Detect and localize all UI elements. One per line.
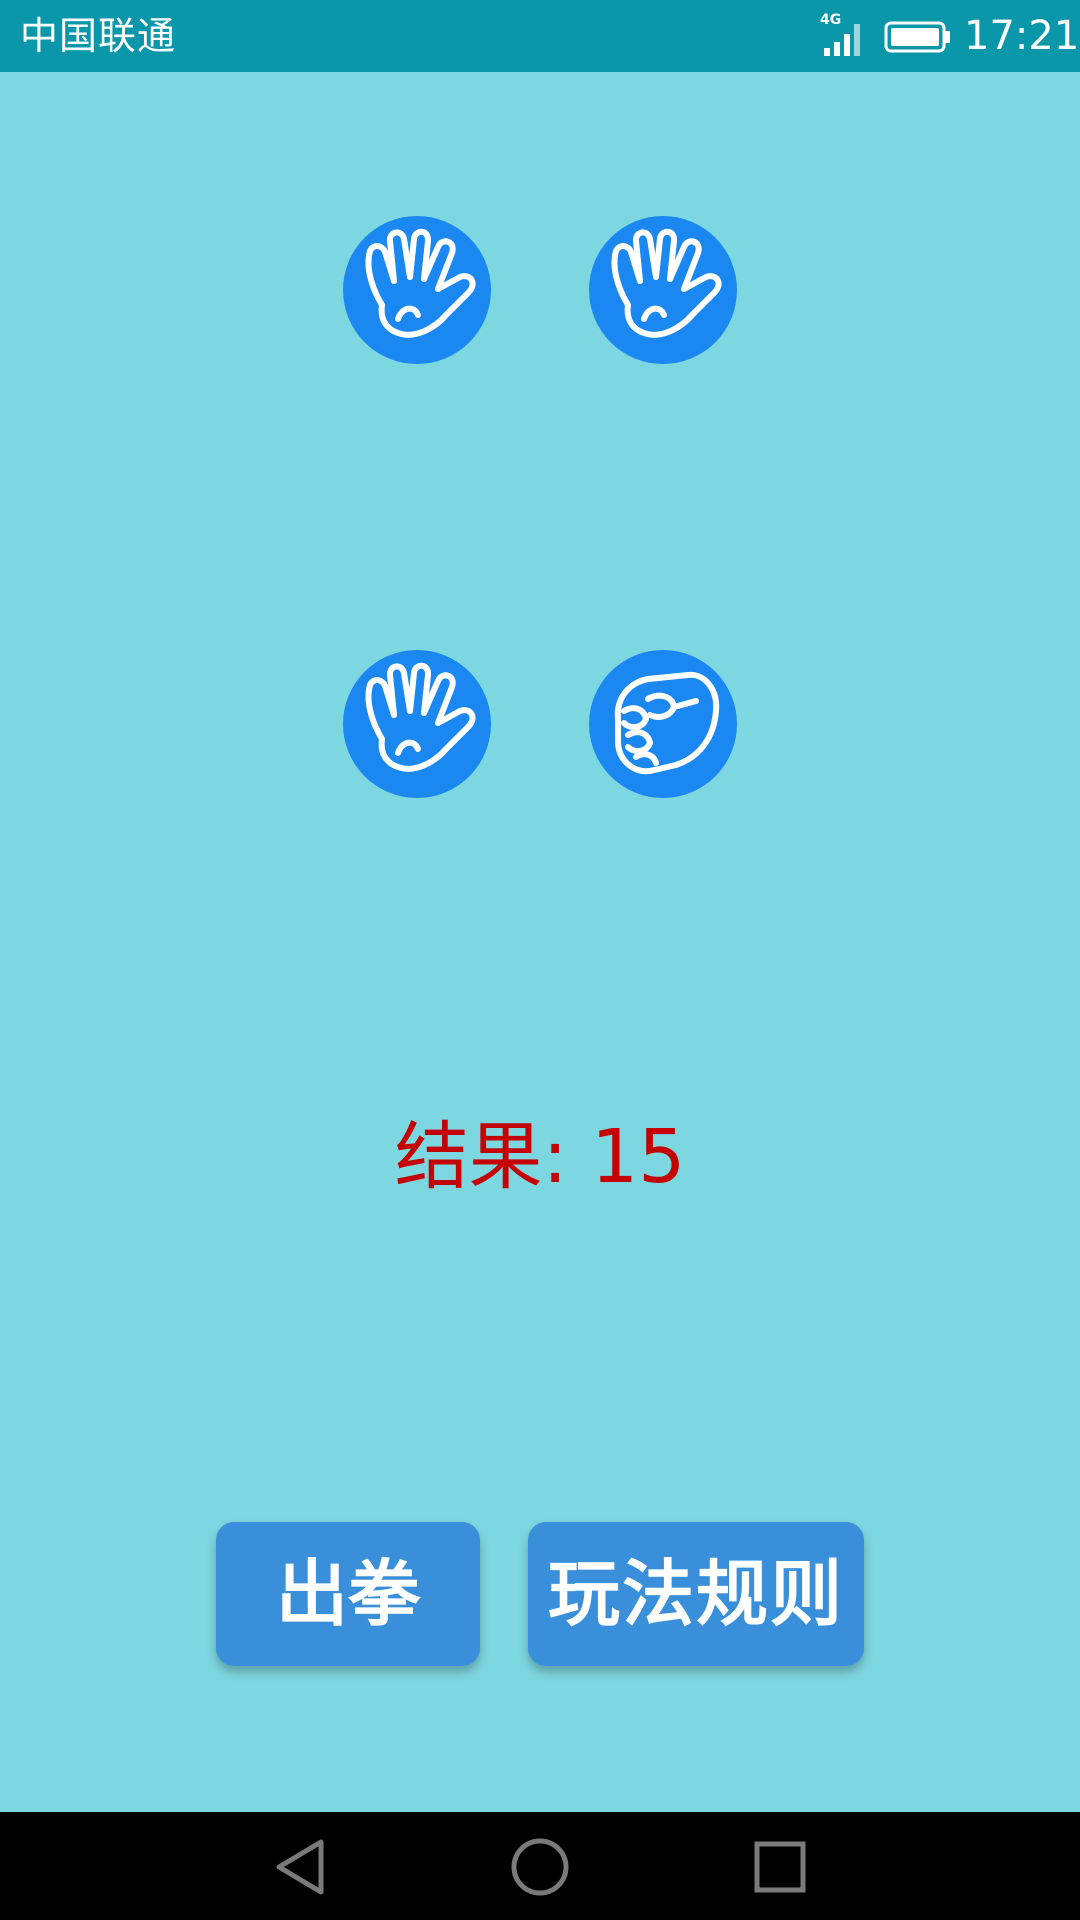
back-triangle-icon[interactable]: [265, 1832, 335, 1902]
status-clock: 17:21: [964, 13, 1080, 59]
rock-fist-icon: [588, 649, 738, 799]
network-type-label: 4G: [820, 12, 841, 28]
throw-button[interactable]: 出拳: [216, 1522, 480, 1666]
game-area: 结果: 15 出拳 玩法规则: [0, 72, 1080, 1812]
home-circle-icon[interactable]: [505, 1832, 575, 1902]
navigation-bar: [0, 1812, 1080, 1920]
paper-hand-icon: [342, 649, 492, 799]
result-text: 结果: 15: [394, 1114, 686, 1200]
signal-4g-icon: 4G: [818, 10, 868, 60]
status-bar: 中国联通 4G 17:21: [0, 0, 1080, 72]
battery-icon: [884, 20, 952, 54]
rules-button[interactable]: 玩法规则: [528, 1522, 864, 1666]
recents-square-icon[interactable]: [745, 1832, 815, 1902]
paper-hand-icon: [342, 215, 492, 365]
paper-hand-icon: [588, 215, 738, 365]
carrier-name: 中国联通: [20, 14, 177, 58]
